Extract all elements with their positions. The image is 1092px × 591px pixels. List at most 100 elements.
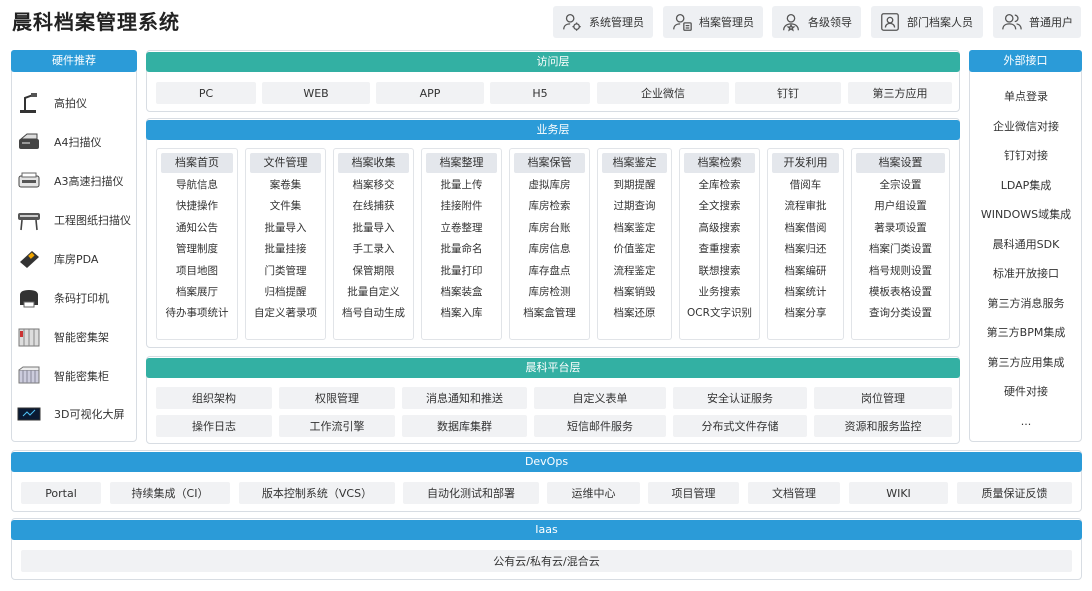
devops-item: 质量保证反馈 <box>957 482 1072 504</box>
business-column-item: 业务搜索 <box>698 286 741 299</box>
business-column: 档案整理批量上传挂接附件立卷整理批量命名批量打印档案装盒档案入库 <box>421 148 502 340</box>
wide-format-scanner-icon <box>16 209 42 231</box>
hardware-item: 智能密集柜 <box>16 362 109 390</box>
business-column-item: 文件集 <box>269 200 302 213</box>
role-label: 普通用户 <box>1029 16 1073 29</box>
business-column-item: 档案展厅 <box>176 286 218 299</box>
business-column: 档案检索 全库检索 全文搜索 高级搜索 查重搜索 联想搜索 业务搜索 OCR文字识别 <box>679 148 760 340</box>
devops-item: WIKI <box>849 482 948 504</box>
platform-item: 短信邮件服务 <box>534 415 666 437</box>
devops-header: DevOps <box>11 452 1082 472</box>
business-column-item: 案卷集 <box>269 179 302 191</box>
business-column-item: 手工录入 <box>352 243 395 256</box>
role-system-admin[interactable]: 系统管理员 <box>553 6 653 38</box>
business-column-item: 档案入库 <box>440 307 483 320</box>
business-column-item: 档案移交 <box>352 179 395 191</box>
business-column-title: 档案保管 <box>514 153 585 173</box>
platform-item: 工作流引擎 <box>279 415 395 437</box>
visual-screen-icon <box>16 403 42 425</box>
external-item: 企业微信对接 <box>993 119 1059 133</box>
hardware-item: 条码打印机 <box>16 284 109 312</box>
business-column-item: 档案还原 <box>613 307 656 320</box>
business-column-item: 批量上传 <box>440 179 483 191</box>
platform-item: 数据库集群 <box>402 415 527 437</box>
business-column: 档案保管 虚拟库房 库房检索 库房台账 库房信息 库存盘点 库房检测 档案盒管理 <box>509 148 590 340</box>
hardware-item: 3D可视化大屏 <box>16 400 124 428</box>
business-column-item: 档案装盒 <box>440 286 483 299</box>
business-column-item: 立卷整理 <box>440 221 483 234</box>
business-column-item: 批量自定义 <box>347 286 400 299</box>
business-column: 档案收集 档案移交 在线捕获 批量导入 手工录入 保管期限 批量自定义 档号自动生成 <box>333 148 414 340</box>
hardware-item: A3高速扫描仪 <box>16 167 124 195</box>
business-column-title: 档案整理 <box>426 153 497 173</box>
iaas-header: Iaas <box>11 520 1082 540</box>
users-icon <box>1002 14 1022 30</box>
business-column-title: 文件管理 <box>250 153 321 173</box>
business-column-item: 流程鉴定 <box>613 264 656 277</box>
access-item: APP <box>376 82 484 104</box>
business-column-item: 著录项设置 <box>874 221 927 234</box>
business-column-title: 开发利用 <box>772 153 839 173</box>
business-column-item: 档案盒管理 <box>523 307 576 320</box>
business-column: 档案首页 导航信息 快捷操作 通知公告 管理制度 项目地图 档案展厅 待办事项统计 <box>156 148 238 340</box>
business-column-item: 门类管理 <box>264 264 307 277</box>
external-item: ... <box>1020 414 1032 428</box>
business-column-item: 批量打印 <box>440 264 483 277</box>
user-star-icon <box>783 14 799 32</box>
business-column-item: 项目地图 <box>176 264 218 277</box>
platform-item: 组织架构 <box>156 387 272 409</box>
access-item: WEB <box>262 82 370 104</box>
business-column-item: 批量导入 <box>264 221 307 234</box>
business-column-item: 档案统计 <box>784 286 827 299</box>
user-card-icon <box>673 14 692 31</box>
hardware-item: 智能密集架 <box>16 323 109 351</box>
role-leaders[interactable]: 各级领导 <box>772 6 861 38</box>
business-column-item: 归档提醒 <box>264 286 307 299</box>
business-column-item: 全库检索 <box>698 179 741 191</box>
business-column-item: 批量挂接 <box>264 243 307 256</box>
role-archive-admin[interactable]: 档案管理员 <box>663 6 763 38</box>
business-column-item: 批量导入 <box>352 221 395 234</box>
user-gear-icon <box>563 14 581 31</box>
business-column-item: 在线捕获 <box>352 200 395 213</box>
hardware-header: 硬件推荐 <box>11 50 137 72</box>
pda-device-icon <box>16 248 42 270</box>
hardware-item: 库房PDA <box>16 245 98 273</box>
business-column-item: 流程审批 <box>784 200 827 213</box>
hardware-item: 高拍仪 <box>16 89 87 117</box>
external-item: 第三方应用集成 <box>987 355 1065 369</box>
business-column-item: 快捷操作 <box>176 200 218 213</box>
business-column-item: 全文搜索 <box>698 200 741 213</box>
business-column-item: 挂接附件 <box>440 200 483 213</box>
external-header: 外部接口 <box>969 50 1082 72</box>
devops-item: 自动化测试和部署 <box>403 482 539 504</box>
business-column-item: 模板表格设置 <box>869 286 932 299</box>
business-column-title: 档案检索 <box>684 153 755 173</box>
business-column-item: 库房台账 <box>528 221 571 234</box>
devops-item: 运维中心 <box>547 482 640 504</box>
business-column-item: 档案编研 <box>784 264 827 277</box>
business-header: 业务层 <box>146 120 960 140</box>
business-column: 档案鉴定 到期提醒 过期查询 档案鉴定 价值鉴定 流程鉴定 档案销毁 档案还原 <box>597 148 672 340</box>
business-column-item: 批量命名 <box>440 243 483 256</box>
business-column-item: 价值鉴定 <box>613 243 656 256</box>
external-item: WINDOWS域集成 <box>980 208 1072 221</box>
devops-item: 项目管理 <box>648 482 739 504</box>
external-item: 第三方BPM集成 <box>986 326 1066 339</box>
business-column-item: 全宗设置 <box>879 179 922 191</box>
external-item: 硬件对接 <box>1004 385 1048 398</box>
business-column-item: 用户组设置 <box>874 200 927 213</box>
smart-cabinet-icon <box>16 365 42 387</box>
role-normal-user[interactable]: 普通用户 <box>993 6 1081 38</box>
role-label: 档案管理员 <box>699 16 754 29</box>
business-column-item: 档案借阅 <box>784 221 827 234</box>
external-item: 第三方消息服务 <box>987 296 1065 310</box>
role-dept-staff[interactable]: 部门档案人员 <box>871 6 983 38</box>
business-column-item: 过期查询 <box>613 200 656 213</box>
business-column-item: 库房信息 <box>528 243 571 256</box>
role-label: 系统管理员 <box>589 16 644 29</box>
business-column: 文件管理 案卷集 文件集 批量导入 批量挂接 门类管理 归档提醒 自定义著录项 <box>245 148 326 340</box>
business-column-item: 到期提醒 <box>613 179 656 191</box>
id-badge-icon <box>881 13 899 31</box>
external-item: 钉钉对接 <box>1004 149 1048 162</box>
